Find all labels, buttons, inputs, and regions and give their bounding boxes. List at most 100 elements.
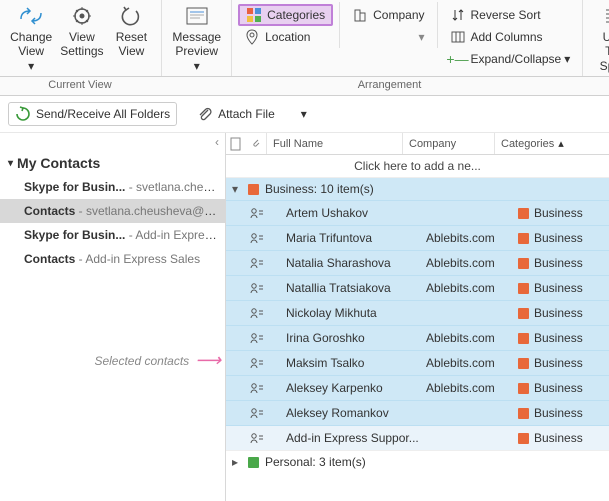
nav-item[interactable]: Contacts - svetlana.cheusheva@a...: [0, 199, 225, 223]
group-row-business[interactable]: ▾ Business: 10 item(s): [226, 177, 609, 200]
contact-icon: [250, 432, 268, 444]
add-columns-button[interactable]: Add Columns: [444, 26, 577, 48]
chevron-down-icon: ▾: [8, 158, 13, 169]
categories-button[interactable]: Categories: [238, 4, 333, 26]
contact-name: Aleksey Romankov: [286, 406, 426, 420]
contact-company: Ablebits.com: [426, 331, 518, 345]
annotation-text: Selected contacts: [94, 354, 189, 368]
ribbon: Change View ▾ View Settings Reset View: [0, 0, 609, 77]
reset-view-icon: [117, 4, 145, 28]
message-preview-label: Message Preview: [172, 30, 221, 59]
change-view-icon: [17, 4, 45, 28]
ribbon-group-labels: Current View Arrangement: [0, 77, 609, 96]
nav-collapse-button[interactable]: ‹: [0, 133, 225, 151]
contact-category: Business: [518, 281, 603, 295]
contact-icon: [250, 257, 268, 269]
contact-name: Add-in Express Suppor...: [286, 431, 426, 445]
send-receive-button[interactable]: Send/Receive All Folders: [8, 102, 177, 126]
contact-row[interactable]: Artem UshakovBusiness: [226, 200, 609, 225]
ribbon-group-arrangement: Categories Location Company ▾: [232, 0, 583, 76]
add-columns-icon: [450, 29, 466, 45]
contact-icon: [250, 357, 268, 369]
sort-asc-icon: ▴: [558, 137, 564, 150]
reverse-sort-button[interactable]: Reverse Sort: [444, 4, 577, 26]
group-label: Business: 10 item(s): [265, 182, 374, 196]
use-tighter-spacing-button[interactable]: Use Tig Spac: [589, 2, 609, 75]
contact-icon: [250, 407, 268, 419]
nav-item[interactable]: Skype for Busin... - Add-in Express...: [0, 223, 225, 247]
attach-file-label: Attach File: [218, 107, 275, 121]
list-header: Full Name Company Categories ▴: [226, 133, 609, 155]
contact-row[interactable]: Aleksey KarpenkoAblebits.comBusiness: [226, 375, 609, 400]
nav-header[interactable]: ▾ My Contacts: [0, 151, 225, 175]
company-button[interactable]: Company: [346, 4, 430, 26]
contact-row[interactable]: Irina GoroshkoAblebits.comBusiness: [226, 325, 609, 350]
contact-company: Ablebits.com: [426, 381, 518, 395]
contact-row[interactable]: Add-in Express Suppor... Business: [226, 425, 609, 450]
company-icon: [352, 7, 368, 23]
header-categories[interactable]: Categories ▴: [494, 133, 609, 154]
contact-company: Ablebits.com: [426, 356, 518, 370]
use-tight-label-1: Use Tig: [593, 30, 609, 59]
header-fullname[interactable]: Full Name: [266, 133, 402, 154]
contact-category: Business: [518, 306, 603, 320]
dropdown-caret-icon: ▾: [301, 107, 307, 121]
arrangement-more-button[interactable]: ▾: [346, 26, 430, 48]
location-button[interactable]: Location: [238, 26, 333, 48]
ribbon-group-message-preview: Message Preview ▾: [162, 0, 232, 76]
ribbon-group-current-view: Change View ▾ View Settings Reset View: [0, 0, 162, 76]
contact-name: Maksim Tsalko: [286, 356, 426, 370]
contact-category: Business: [518, 431, 603, 445]
reset-view-button[interactable]: Reset View: [107, 2, 155, 61]
header-icon-col[interactable]: [226, 133, 246, 154]
contact-row[interactable]: Aleksey Romankov Business: [226, 400, 609, 425]
use-tight-label-2: Spac: [600, 59, 609, 73]
category-swatch: [518, 208, 529, 219]
expand-collapse-button[interactable]: +― Expand/Collapse ▾: [444, 48, 577, 70]
contact-row[interactable]: Natallia TratsiakovaAblebits.comBusiness: [226, 275, 609, 300]
header-attach-col[interactable]: [246, 133, 266, 154]
categories-icon: [246, 7, 262, 23]
header-company[interactable]: Company: [402, 133, 494, 154]
paperclip-icon: [197, 106, 213, 122]
dropdown-caret-icon: ▾: [564, 52, 570, 66]
contact-row[interactable]: Nickolay Mikhuta Business: [226, 300, 609, 325]
contact-name: Nickolay Mikhuta: [286, 306, 426, 320]
send-receive-icon: [15, 106, 31, 122]
contact-rows: Artem UshakovBusinessMaria TrifuntovaAbl…: [226, 200, 609, 450]
contact-category: Business: [518, 231, 603, 245]
reverse-sort-label: Reverse Sort: [471, 8, 541, 22]
message-preview-button[interactable]: Message Preview ▾: [168, 2, 225, 75]
category-swatch: [518, 308, 529, 319]
nav-item[interactable]: Contacts - Add-in Express Sales: [0, 247, 225, 271]
contact-row[interactable]: Maksim TsalkoAblebits.comBusiness: [226, 350, 609, 375]
company-label: Company: [373, 8, 424, 22]
contact-name: Natallia Tratsiakova: [286, 281, 426, 295]
category-swatch: [518, 258, 529, 269]
category-swatch: [518, 408, 529, 419]
attach-file-button[interactable]: Attach File: [191, 103, 281, 125]
contact-list-pane: Full Name Company Categories ▴ Click her…: [226, 133, 609, 501]
group-label-arrangement: Arrangement: [216, 79, 563, 91]
nav-item[interactable]: Skype for Busin... - svetlana.cheus...: [0, 175, 225, 199]
message-preview-icon: [183, 4, 211, 28]
category-swatch: [248, 457, 259, 468]
expand-collapse-icon: +―: [450, 51, 466, 67]
category-swatch: [518, 383, 529, 394]
contact-icon: [250, 207, 268, 219]
change-view-button[interactable]: Change View ▾: [6, 2, 56, 75]
contact-name: Aleksey Karpenko: [286, 381, 426, 395]
add-new-row[interactable]: Click here to add a ne...: [226, 155, 609, 177]
group-row-personal[interactable]: ▸ Personal: 3 item(s): [226, 450, 609, 473]
contact-name: Irina Goroshko: [286, 331, 426, 345]
group-label: Personal: 3 item(s): [265, 455, 366, 469]
contact-category: Business: [518, 381, 603, 395]
view-settings-button[interactable]: View Settings: [56, 2, 107, 61]
contact-row[interactable]: Maria TrifuntovaAblebits.comBusiness: [226, 225, 609, 250]
contact-row[interactable]: Natalia SharashovaAblebits.comBusiness: [226, 250, 609, 275]
chevron-down-icon: ▾: [232, 182, 242, 196]
contact-company: Ablebits.com: [426, 281, 518, 295]
contact-category: Business: [518, 406, 603, 420]
attach-file-dropdown[interactable]: ▾: [295, 104, 313, 124]
contact-name: Natalia Sharashova: [286, 256, 426, 270]
